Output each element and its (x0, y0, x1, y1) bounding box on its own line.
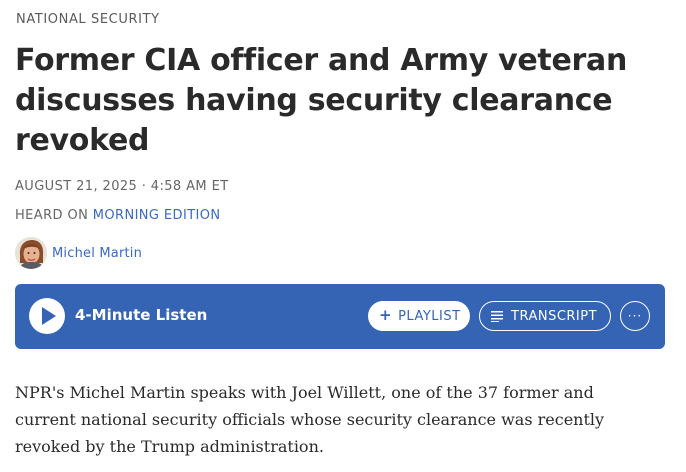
audio-player: 4-Minute Listen + PLAYLIST TRANSCRIPT ··… (15, 284, 665, 349)
author-link[interactable]: Michel Martin (52, 246, 142, 261)
more-options-button[interactable]: ··· (620, 301, 650, 331)
transcript-button[interactable]: TRANSCRIPT (479, 301, 611, 331)
program-link[interactable]: MORNING EDITION (93, 208, 221, 223)
page-title: Former CIA officer and Army veteran disc… (15, 43, 628, 158)
add-to-playlist-button[interactable]: + PLAYLIST (368, 301, 470, 331)
play-icon (42, 307, 56, 325)
author-avatar[interactable] (15, 237, 47, 269)
more-icon: ··· (627, 309, 643, 323)
article-summary: NPR's Michel Martin speaks with Joel Wil… (15, 383, 605, 456)
dateline: AUGUST 21, 2025 · 4:58 AM ET (15, 179, 229, 194)
play-button[interactable] (29, 298, 65, 334)
transcript-label: TRANSCRIPT (511, 308, 598, 324)
byline: Michel Martin (15, 236, 142, 270)
playlist-label: PLAYLIST (398, 308, 461, 324)
listen-duration-label[interactable]: 4-Minute Listen (75, 306, 207, 324)
section-label[interactable]: NATIONAL SECURITY (16, 12, 160, 27)
heard-on-prefix: HEARD ON (15, 208, 89, 223)
plus-icon: + (379, 306, 393, 324)
heard-on-line: HEARD ON MORNING EDITION (15, 208, 221, 223)
transcript-icon (491, 310, 503, 322)
